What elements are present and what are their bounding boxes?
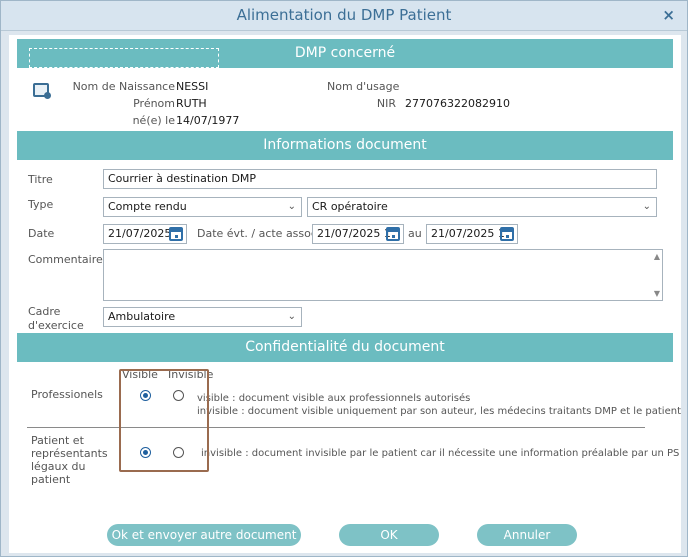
- au-label: au: [408, 227, 422, 240]
- titre-label: Titre: [28, 173, 53, 186]
- type-select[interactable]: Compte rendu ⌄: [103, 197, 302, 217]
- titre-input[interactable]: Courrier à destination DMP: [103, 169, 657, 189]
- prenom-label: Prénom: [133, 97, 175, 110]
- patient-label: Patient et représentants légaux du patie…: [31, 434, 108, 486]
- chevron-down-icon: ⌄: [642, 201, 651, 212]
- cadre-label: Cadre d'exercice: [28, 305, 84, 332]
- date-evt-from-value: 21/07/2025 1: [317, 227, 391, 240]
- chevron-down-icon: ⌄: [287, 201, 296, 212]
- calendar-icon[interactable]: [169, 227, 183, 241]
- nom-naissance-value: NESSI: [176, 80, 209, 93]
- patient-card-icon[interactable]: [33, 83, 51, 99]
- nir-value: 277076322082910: [405, 97, 510, 110]
- section-header-dmp: DMP concerné: [17, 39, 673, 68]
- calendar-icon[interactable]: [500, 227, 514, 241]
- prenom-value: RUTH: [176, 97, 207, 110]
- ne-le-label: né(e) le: [132, 114, 175, 127]
- nom-naissance-label: Nom de Naissance: [72, 80, 175, 93]
- ne-le-value: 14/07/1977: [176, 114, 240, 127]
- scroll-down-icon[interactable]: ▼: [654, 289, 660, 298]
- professionnels-visible-desc: visible : document visible aux professio…: [197, 393, 471, 404]
- subtype-select-value: CR opératoire: [312, 200, 388, 213]
- date-evt-to-value: 21/07/2025 1: [431, 227, 505, 240]
- ok-button[interactable]: OK: [339, 524, 439, 546]
- nom-usage-label: Nom d'usage: [327, 80, 400, 93]
- date-label: Date: [28, 227, 55, 240]
- ok-send-other-button[interactable]: Ok et envoyer autre document: [107, 524, 301, 546]
- section-header-info: Informations document: [17, 131, 673, 160]
- cancel-button[interactable]: Annuler: [477, 524, 577, 546]
- close-icon[interactable]: ×: [662, 6, 675, 24]
- section-title-dmp: DMP concerné: [294, 45, 396, 61]
- cadre-select[interactable]: Ambulatoire ⌄: [103, 307, 302, 327]
- type-label: Type: [28, 198, 54, 211]
- chevron-down-icon: ⌄: [287, 311, 296, 322]
- commentaires-label: Commentaires: [28, 253, 109, 266]
- patient-invisible-desc: invisible : document invisible par le pa…: [201, 448, 680, 459]
- date-input-value: 21/07/2025: [108, 227, 172, 240]
- dialog-window: Alimentation du DMP Patient × DMP concer…: [0, 0, 688, 557]
- selection-marquee: [29, 48, 219, 68]
- date-evt-to-input[interactable]: 21/07/2025 1: [426, 224, 518, 244]
- calendar-icon[interactable]: [386, 227, 400, 241]
- date-evt-label: Date évt. / acte associé: [197, 227, 327, 240]
- type-select-value: Compte rendu: [108, 200, 187, 213]
- professionnels-label: Professionels: [31, 388, 103, 401]
- professionnels-invisible-desc: invisible : document visible uniquement …: [197, 406, 681, 417]
- section-header-conf: Confidentialité du document: [17, 333, 673, 362]
- date-input[interactable]: 21/07/2025: [103, 224, 187, 244]
- cadre-select-value: Ambulatoire: [108, 310, 176, 323]
- scroll-up-icon[interactable]: ▲: [654, 252, 660, 261]
- dialog-content: DMP concerné Nom de Naissance NESSI Prén…: [9, 35, 681, 553]
- window-title: Alimentation du DMP Patient: [236, 6, 452, 24]
- subtype-select[interactable]: CR opératoire ⌄: [307, 197, 657, 217]
- title-bar: Alimentation du DMP Patient ×: [1, 1, 687, 31]
- commentaires-textarea[interactable]: ▲ ▼: [103, 249, 663, 301]
- nir-label: NIR: [376, 97, 396, 110]
- date-evt-from-input[interactable]: 21/07/2025 1: [312, 224, 404, 244]
- radio-highlight-frame: [119, 369, 209, 472]
